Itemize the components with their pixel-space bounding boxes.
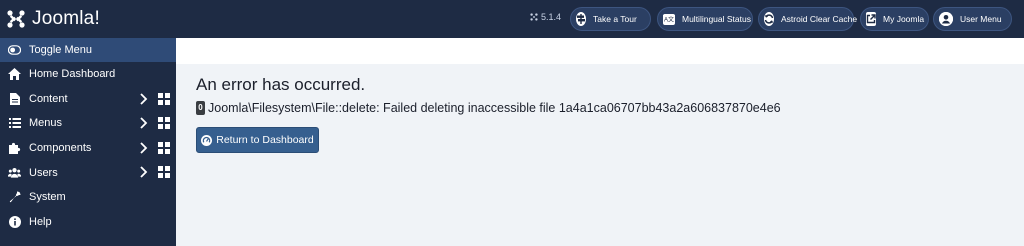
user-icon	[939, 12, 953, 26]
main-content: An error has occurred. 0 Joomla\Filesyst…	[176, 64, 1024, 246]
home-icon	[8, 68, 21, 81]
toolbar-strip	[176, 38, 1024, 64]
sidebar-nav: Toggle Menu Home Dashboard Content Menus	[0, 38, 176, 234]
sidebar-item-toggle-menu[interactable]: Toggle Menu	[0, 38, 176, 62]
version-number: 5.1.4	[541, 12, 562, 22]
logo[interactable]: Joomla!	[0, 0, 176, 38]
language-icon: A文	[663, 13, 675, 25]
clear-cache-button[interactable]: Astroid Clear Cache	[758, 7, 858, 31]
error-message-row: 0 Joomla\Filesystem\File::delete: Failed…	[196, 101, 781, 115]
return-to-dashboard-button[interactable]: Return to Dashboard	[196, 127, 319, 153]
my-joomla-button[interactable]: My Joomla	[860, 7, 929, 31]
chevron-right-icon[interactable]	[138, 117, 148, 129]
my-joomla-label: My Joomla	[883, 14, 925, 24]
error-code-badge: 0	[196, 101, 205, 115]
chevron-right-icon[interactable]	[138, 142, 148, 154]
dashboard-grid-icon[interactable]	[158, 141, 170, 154]
dashboard-grid-icon[interactable]	[158, 166, 170, 179]
sidebar-item-menus[interactable]: Menus	[0, 111, 176, 136]
error-message: Joomla\Filesystem\File::delete: Failed d…	[208, 101, 781, 115]
file-icon	[8, 92, 21, 105]
toggle-icon	[8, 44, 21, 57]
user-menu-label: User Menu	[960, 14, 1002, 24]
sidebar-item-components[interactable]: Components	[0, 136, 176, 161]
external-link-icon	[866, 12, 876, 26]
joomla-logo-icon	[7, 10, 25, 28]
sidebar-item-label: Menus	[29, 117, 63, 130]
svg-text:A文: A文	[664, 16, 674, 24]
sidebar-item-label: Toggle Menu	[29, 44, 92, 56]
sidebar-item-users[interactable]: Users	[0, 160, 176, 185]
chevron-right-icon[interactable]	[138, 92, 148, 105]
sidebar-item-label: Components	[29, 142, 92, 155]
error-title: An error has occurred.	[196, 75, 366, 94]
users-icon	[8, 166, 21, 179]
joomla-small-icon	[530, 13, 538, 21]
chevron-right-icon[interactable]	[138, 166, 148, 179]
dashboard-grid-icon[interactable]	[158, 92, 170, 105]
sidebar-item-label: Help	[29, 215, 52, 228]
sidebar-item-help[interactable]: Help	[0, 210, 176, 235]
return-to-dashboard-label: Return to Dashboard	[216, 134, 314, 146]
sidebar-item-home-dashboard[interactable]: Home Dashboard	[0, 62, 176, 87]
header: 5.1.4 Take a Tour A文 Multilingual Status…	[176, 0, 1024, 38]
sidebar-item-label: Home Dashboard	[29, 68, 116, 81]
sidebar-item-label: Users	[29, 166, 58, 179]
wrench-icon	[8, 191, 21, 204]
multilingual-status-button[interactable]: A文 Multilingual Status	[657, 7, 753, 31]
brand-name: Joomla!	[32, 8, 100, 29]
dashboard-gauge-icon	[201, 134, 213, 146]
multilingual-status-label: Multilingual Status	[682, 14, 751, 24]
sidebar-item-label: Content	[29, 92, 68, 105]
clear-cache-label: Astroid Clear Cache	[781, 14, 858, 24]
take-tour-label: Take a Tour	[593, 14, 637, 24]
sidebar-item-label: System	[29, 191, 66, 204]
take-tour-button[interactable]: Take a Tour	[570, 7, 651, 31]
puzzle-icon	[8, 142, 21, 155]
user-menu-button[interactable]: User Menu	[933, 7, 1012, 31]
sidebar-item-content[interactable]: Content	[0, 87, 176, 112]
refresh-icon	[764, 12, 774, 26]
list-icon	[8, 117, 21, 130]
sidebar-item-system[interactable]: System	[0, 185, 176, 210]
version-info: 5.1.4	[530, 12, 561, 22]
sidebar: Joomla! Toggle Menu Home Dashboard Conte…	[0, 0, 176, 246]
dashboard-grid-icon[interactable]	[158, 117, 170, 130]
info-icon	[8, 215, 21, 228]
signpost-icon	[576, 12, 586, 26]
